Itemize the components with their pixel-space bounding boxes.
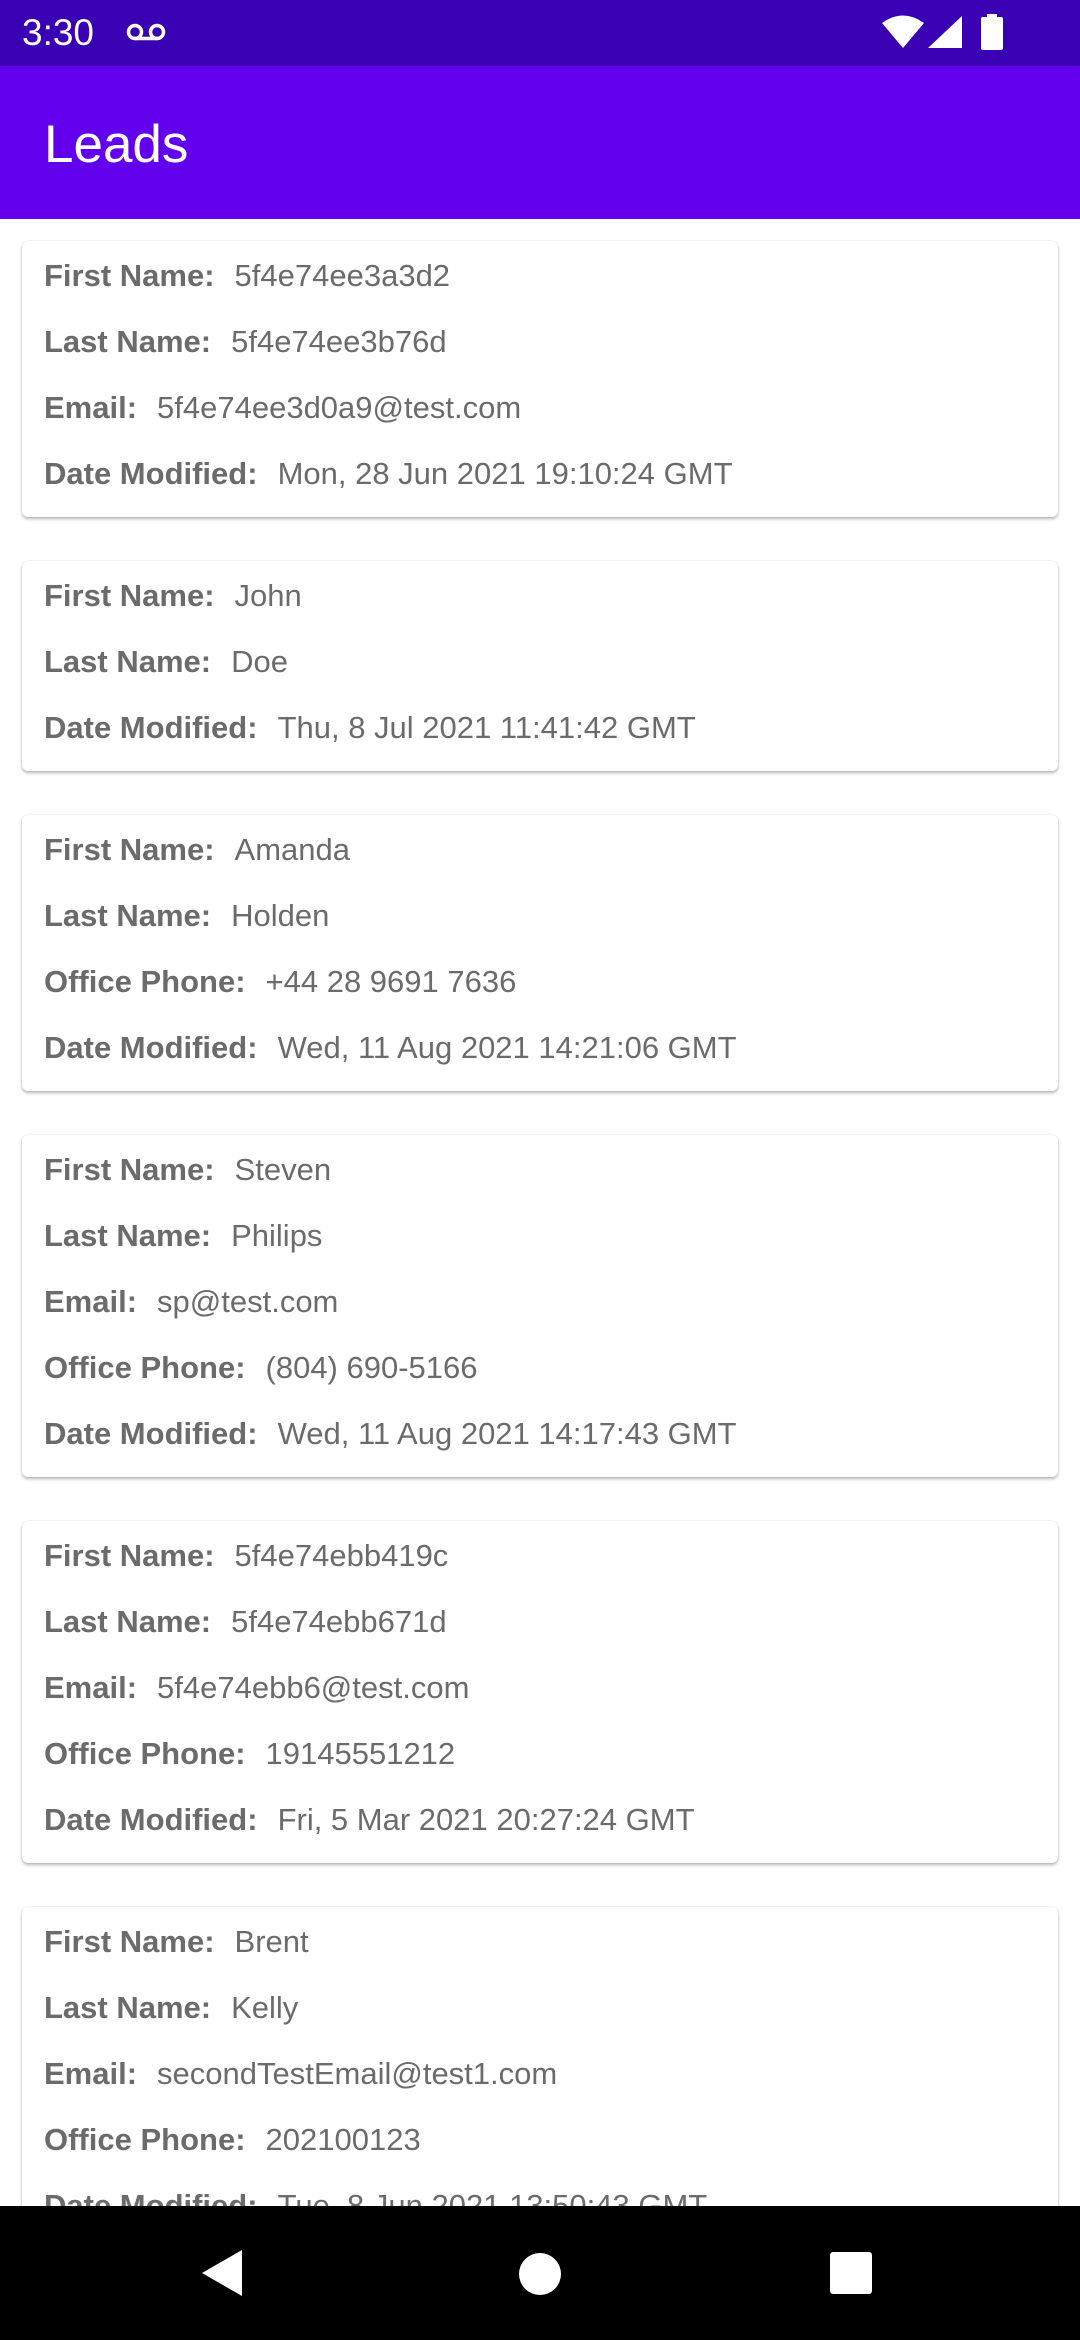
- field-value: +44 28 9691 7636: [265, 964, 517, 999]
- field-label: Email:: [44, 390, 138, 425]
- field-value: John: [234, 578, 302, 613]
- field-label: Office Phone:: [44, 1736, 246, 1771]
- page-title: Leads: [44, 115, 189, 174]
- field-label: First Name:: [44, 1924, 215, 1959]
- field-value: Tue, 8 Jun 2021 13:50:43 GMT: [277, 2188, 708, 2206]
- field-label: First Name:: [44, 258, 215, 293]
- lead-field: Office Phone: (804) 690-5166: [44, 1345, 478, 1391]
- field-value: 19145551212: [265, 1736, 456, 1771]
- field-label: First Name:: [44, 832, 215, 867]
- lead-field: Date Modified: Wed, 11 Aug 2021 14:17:43 …: [44, 1411, 737, 1457]
- lead-card[interactable]: First Name: 5f4e74ebb419c Last Name: 5f4e74…: [22, 1521, 1058, 1863]
- lead-field: Email: 5f4e74ee3d0a9@test.com: [44, 385, 521, 431]
- lead-field: Last Name: Philips: [44, 1213, 322, 1259]
- field-label: Office Phone:: [44, 1350, 246, 1385]
- lead-field: Last Name: 5f4e74ebb671d: [44, 1599, 447, 1645]
- field-label: Date Modified:: [44, 1802, 258, 1837]
- status-bar: 3:30: [0, 0, 1080, 66]
- recents-icon[interactable]: [830, 2252, 872, 2294]
- field-value: 5f4e74ebb419c: [234, 1538, 449, 1573]
- lead-field: First Name: Amanda: [44, 827, 350, 873]
- lead-card[interactable]: First Name: Steven Last Name: Philips Email:…: [22, 1135, 1058, 1477]
- field-value: Holden: [231, 898, 330, 933]
- field-label: Date Modified:: [44, 2188, 258, 2206]
- lead-card[interactable]: First Name: Brent Last Name: Kelly Email: sec…: [22, 1907, 1058, 2206]
- lead-field: Date Modified: Thu, 8 Jul 2021 11:41:42 G…: [44, 705, 696, 751]
- field-value: Thu, 8 Jul 2021 11:41:42 GMT: [277, 710, 696, 745]
- field-value: 5f4e74ee3a3d2: [234, 258, 451, 293]
- navigation-bar: [0, 2206, 1080, 2340]
- field-label: Date Modified:: [44, 1416, 258, 1451]
- field-value: 202100123: [265, 2122, 421, 2157]
- field-label: Last Name:: [44, 324, 212, 359]
- lead-field: First Name: Steven: [44, 1147, 331, 1193]
- field-value: sp@test.com: [157, 1284, 339, 1319]
- field-label: Office Phone:: [44, 2122, 246, 2157]
- lead-field: Date Modified: Tue, 8 Jun 2021 13:50:43 G…: [44, 2183, 707, 2206]
- field-label: Date Modified:: [44, 1030, 258, 1065]
- lead-field: Email: sp@test.com: [44, 1279, 338, 1325]
- field-label: Last Name:: [44, 1990, 212, 2025]
- field-value: Doe: [231, 644, 288, 679]
- wifi-icon: [882, 15, 924, 48]
- field-label: Last Name:: [44, 1604, 212, 1639]
- signal-icon: [928, 16, 962, 48]
- app-bar: Leads: [0, 66, 1080, 219]
- lead-field: Date Modified: Fri, 5 Mar 2021 20:27:24 G…: [44, 1797, 695, 1843]
- status-time: 3:30: [22, 12, 95, 53]
- lead-field: Email: secondTestEmail@test1.com: [44, 2051, 557, 2097]
- home-icon[interactable]: [518, 2252, 562, 2296]
- battery-icon: [981, 14, 1003, 50]
- field-value: Amanda: [234, 832, 351, 867]
- field-label: Last Name:: [44, 644, 212, 679]
- field-value: Steven: [234, 1152, 332, 1187]
- lead-field: First Name: John: [44, 573, 302, 619]
- field-label: Last Name:: [44, 1218, 212, 1253]
- lead-field: Office Phone: 202100123: [44, 2117, 421, 2163]
- field-value: 5f4e74ee3b76d: [231, 324, 447, 359]
- lead-field: Last Name: 5f4e74ee3b76d: [44, 319, 447, 365]
- lead-field: Last Name: Holden: [44, 893, 329, 939]
- voicemail-icon: [126, 23, 166, 41]
- field-value: Mon, 28 Jun 2021 19:10:24 GMT: [277, 456, 733, 491]
- field-value: Fri, 5 Mar 2021 20:27:24 GMT: [277, 1802, 695, 1837]
- lead-field: First Name: Brent: [44, 1919, 309, 1965]
- field-value: secondTestEmail@test1.com: [157, 2056, 558, 2091]
- lead-field: Email: 5f4e74ebb6@test.com: [44, 1665, 469, 1711]
- field-label: Email:: [44, 1284, 138, 1319]
- field-label: Date Modified:: [44, 456, 258, 491]
- field-label: Email:: [44, 1670, 138, 1705]
- lead-field: Last Name: Kelly: [44, 1985, 298, 2031]
- field-label: Last Name:: [44, 898, 212, 933]
- lead-card[interactable]: First Name: John Last Name: Doe Date Modifie…: [22, 561, 1058, 771]
- lead-field: First Name: 5f4e74ebb419c: [44, 1533, 448, 1579]
- lead-field: Office Phone: +44 28 9691 7636: [44, 959, 516, 1005]
- field-value: Brent: [234, 1924, 309, 1959]
- field-value: Wed, 11 Aug 2021 14:21:06 GMT: [277, 1030, 737, 1065]
- field-label: Date Modified:: [44, 710, 258, 745]
- field-value: Wed, 11 Aug 2021 14:17:43 GMT: [277, 1416, 737, 1451]
- leads-list[interactable]: First Name: 5f4e74ee3a3d2 Last Name: 5f4e74…: [0, 219, 1080, 2206]
- lead-card[interactable]: First Name: 5f4e74ee3a3d2 Last Name: 5f4e74…: [22, 241, 1058, 517]
- field-label: First Name:: [44, 1538, 215, 1573]
- back-icon[interactable]: [200, 2248, 244, 2298]
- field-value: 5f4e74ebb6@test.com: [157, 1670, 470, 1705]
- field-value: Kelly: [231, 1990, 299, 2025]
- field-label: First Name:: [44, 1152, 215, 1187]
- lead-field: Office Phone: 19145551212: [44, 1731, 455, 1777]
- lead-field: First Name: 5f4e74ee3a3d2: [44, 253, 450, 299]
- lead-field: Date Modified: Mon, 28 Jun 2021 19:10:24 …: [44, 451, 733, 497]
- field-label: Email:: [44, 2056, 138, 2091]
- field-value: Philips: [231, 1218, 323, 1253]
- lead-card[interactable]: First Name: Amanda Last Name: Holden Office …: [22, 815, 1058, 1091]
- field-label: First Name:: [44, 578, 215, 613]
- lead-field: Date Modified: Wed, 11 Aug 2021 14:21:06 …: [44, 1025, 737, 1071]
- field-label: Office Phone:: [44, 964, 246, 999]
- field-value: 5f4e74ebb671d: [231, 1604, 447, 1639]
- lead-field: Last Name: Doe: [44, 639, 288, 685]
- field-value: 5f4e74ee3d0a9@test.com: [157, 390, 522, 425]
- field-value: (804) 690-5166: [265, 1350, 478, 1385]
